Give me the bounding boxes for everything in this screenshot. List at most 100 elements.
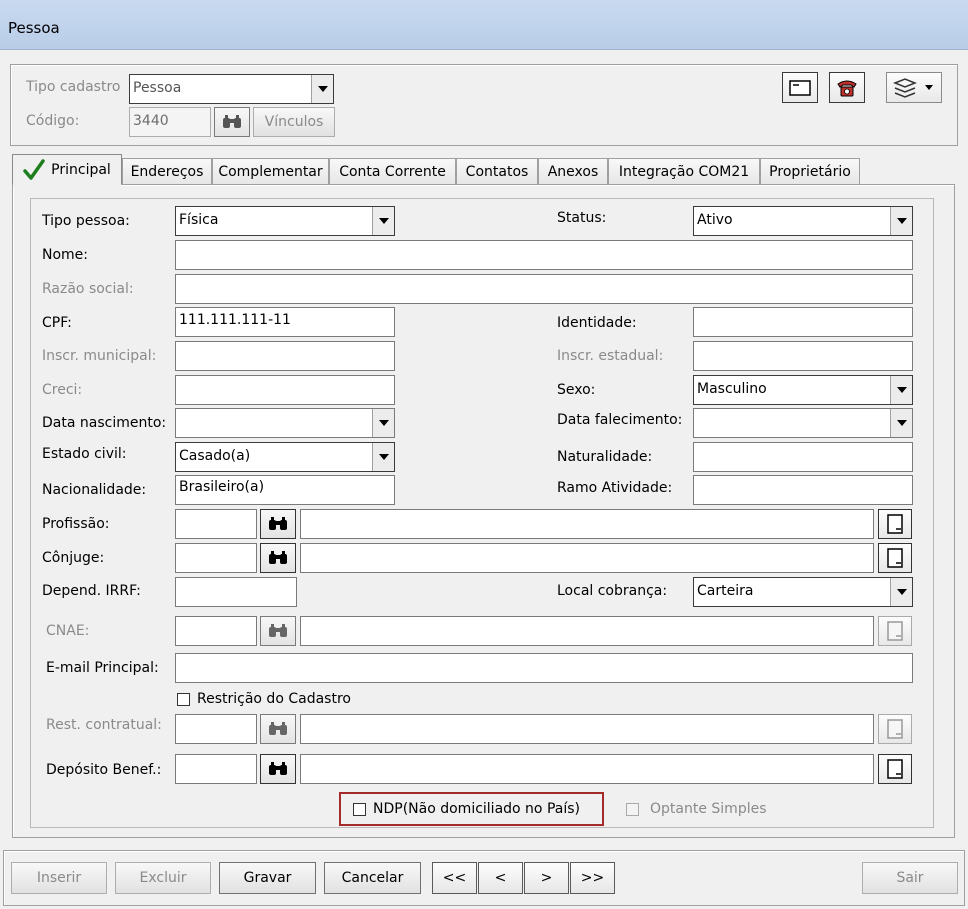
profissao-description-input[interactable] <box>300 509 874 539</box>
optante-simples-checkbox[interactable] <box>626 803 639 816</box>
local-cobranca-value: Carteira <box>697 583 754 599</box>
cancelar-button[interactable]: Cancelar <box>324 862 421 894</box>
tab-label: Conta Corrente <box>339 164 446 180</box>
sexo-value: Masculino <box>697 381 767 397</box>
last-label: >> <box>580 870 605 886</box>
data-falecimento-label: Data falecimento: <box>557 412 683 428</box>
codigo-label: Código: <box>26 113 80 129</box>
document-icon <box>887 719 903 739</box>
inserir-button[interactable]: Inserir <box>11 862 107 894</box>
tab-integracao-com21[interactable]: Integração COM21 <box>608 158 760 185</box>
codigo-field[interactable]: 3440 <box>129 107 211 137</box>
tab-proprietario[interactable]: Proprietário <box>760 158 860 185</box>
chevron-down-icon[interactable] <box>372 207 394 235</box>
ndp-label: NDP(Não domiciliado no País) <box>373 801 580 817</box>
sair-button[interactable]: Sair <box>862 862 958 894</box>
tab-label: Principal <box>51 162 111 178</box>
card-button[interactable] <box>782 72 818 103</box>
rest-contratual-code-input[interactable] <box>175 714 257 744</box>
depend-irrf-label: Depend. IRRF: <box>42 583 141 599</box>
deposito-benef-open-button[interactable] <box>878 754 912 784</box>
data-nascimento-picker[interactable] <box>175 408 395 438</box>
razao-social-input[interactable] <box>175 274 913 304</box>
conjuge-description-input[interactable] <box>300 543 874 573</box>
conjuge-code-input[interactable] <box>175 543 257 573</box>
cpf-input[interactable]: 111.111.111-11 <box>175 307 395 337</box>
ramo-atividade-label: Ramo Atividade: <box>557 480 673 496</box>
codigo-search-button[interactable] <box>214 107 250 137</box>
tipo-pessoa-select[interactable]: Física <box>175 206 395 236</box>
excluir-button[interactable]: Excluir <box>115 862 211 894</box>
tab-anexos[interactable]: Anexos <box>538 158 608 185</box>
tab-label: Complementar <box>218 164 323 180</box>
next-record-button[interactable]: > <box>524 862 569 894</box>
inscr-municipal-input[interactable] <box>175 341 395 371</box>
nacionalidade-input[interactable]: Brasileiro(a) <box>175 475 395 505</box>
chevron-down-icon[interactable] <box>372 443 394 471</box>
local-cobranca-select[interactable]: Carteira <box>693 577 913 607</box>
profissao-open-button[interactable] <box>878 509 912 539</box>
chevron-down-icon[interactable] <box>890 376 912 404</box>
last-record-button[interactable]: >> <box>570 862 615 894</box>
restricao-cadastro-label: Restrição do Cadastro <box>197 691 351 707</box>
depend-irrf-input[interactable] <box>175 577 297 607</box>
tab-label: Endereços <box>130 164 204 180</box>
tipo-cadastro-select[interactable]: Pessoa <box>129 74 334 104</box>
cnae-open-button[interactable] <box>878 616 912 646</box>
inscr-estadual-input[interactable] <box>693 341 913 371</box>
naturalidade-input[interactable] <box>693 442 913 472</box>
creci-input[interactable] <box>175 375 395 405</box>
tab-conta-corrente[interactable]: Conta Corrente <box>329 158 456 185</box>
ndp-checkbox[interactable] <box>353 803 366 816</box>
conjuge-search-button[interactable] <box>260 543 296 573</box>
nome-input[interactable] <box>175 240 913 270</box>
chevron-down-icon[interactable] <box>311 75 333 103</box>
tab-principal[interactable]: Principal <box>12 154 122 185</box>
tab-complementar[interactable]: Complementar <box>212 158 329 185</box>
deposito-benef-code-input[interactable] <box>175 754 257 784</box>
restricao-cadastro-checkbox[interactable] <box>177 693 190 706</box>
cnae-search-button[interactable] <box>260 616 296 646</box>
conjuge-open-button[interactable] <box>878 543 912 573</box>
chevron-down-icon[interactable] <box>890 409 912 437</box>
deposito-benef-search-button[interactable] <box>260 754 296 784</box>
profissao-code-input[interactable] <box>175 509 257 539</box>
ramo-atividade-input[interactable] <box>693 475 913 505</box>
rest-contratual-description-input[interactable] <box>300 714 874 744</box>
email-principal-input[interactable] <box>175 653 913 683</box>
binoculars-icon <box>269 517 287 530</box>
first-record-button[interactable]: << <box>432 862 477 894</box>
email-principal-label: E-mail Principal: <box>46 660 159 676</box>
status-select[interactable]: Ativo <box>693 206 913 236</box>
identidade-input[interactable] <box>693 307 913 337</box>
profissao-search-button[interactable] <box>260 509 296 539</box>
estado-civil-label: Estado civil: <box>42 446 127 462</box>
chevron-down-icon[interactable] <box>890 207 912 235</box>
rest-contratual-search-button[interactable] <box>260 714 296 744</box>
sexo-select[interactable]: Masculino <box>693 375 913 405</box>
rest-contratual-open-button[interactable] <box>878 714 912 744</box>
deposito-benef-label: Depósito Benef.: <box>46 762 162 778</box>
layers-menu-button[interactable] <box>886 72 942 103</box>
cnae-code-input[interactable] <box>175 616 257 646</box>
prev-record-button[interactable]: < <box>478 862 523 894</box>
data-falecimento-picker[interactable] <box>693 408 913 438</box>
chevron-down-icon[interactable] <box>372 409 394 437</box>
tab-contatos[interactable]: Contatos <box>456 158 538 185</box>
vinculos-button[interactable]: Vínculos <box>253 107 335 137</box>
chevron-down-icon[interactable] <box>890 578 912 606</box>
binoculars-icon <box>269 551 287 564</box>
checkmark-icon <box>23 159 45 180</box>
gravar-button[interactable]: Gravar <box>219 862 316 894</box>
identidade-label: Identidade: <box>557 315 637 331</box>
status-value: Ativo <box>697 212 733 228</box>
estado-civil-value: Casado(a) <box>179 448 251 464</box>
cnae-description-input[interactable] <box>300 616 874 646</box>
layers-icon <box>893 77 917 98</box>
nacionalidade-label: Nacionalidade: <box>42 482 147 498</box>
rest-contratual-label: Rest. contratual: <box>46 717 162 733</box>
estado-civil-select[interactable]: Casado(a) <box>175 442 395 472</box>
phone-button[interactable] <box>829 72 865 103</box>
tab-enderecos[interactable]: Endereços <box>122 158 212 185</box>
deposito-benef-description-input[interactable] <box>300 754 874 784</box>
